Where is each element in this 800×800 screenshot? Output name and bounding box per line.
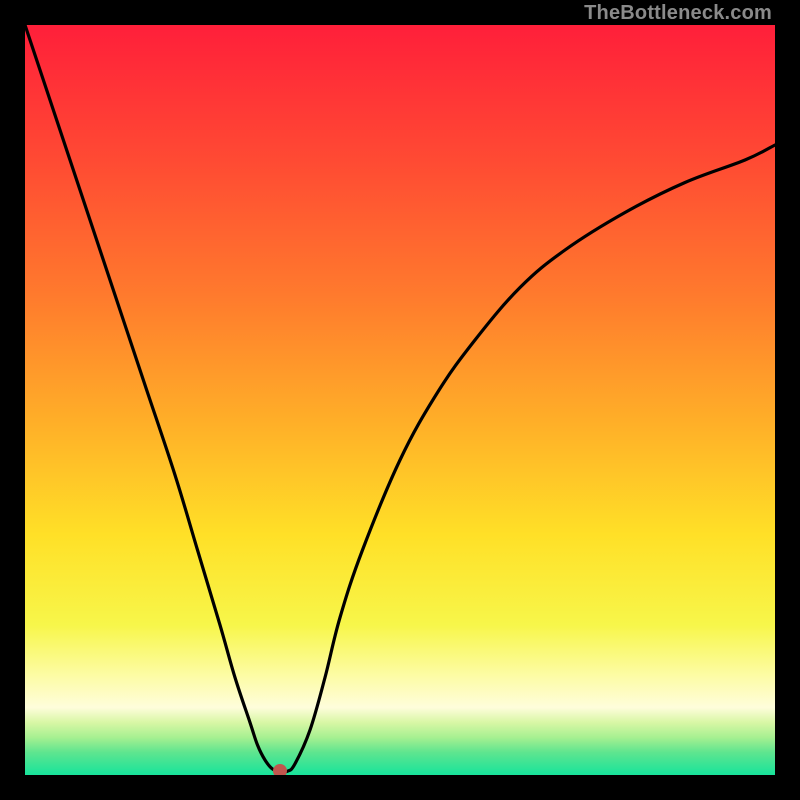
chart-frame: TheBottleneck.com: [0, 0, 800, 800]
optimal-point-marker: [273, 764, 287, 775]
plot-area: [25, 25, 775, 775]
watermark-text: TheBottleneck.com: [584, 2, 772, 25]
bottleneck-curve: [25, 25, 775, 775]
